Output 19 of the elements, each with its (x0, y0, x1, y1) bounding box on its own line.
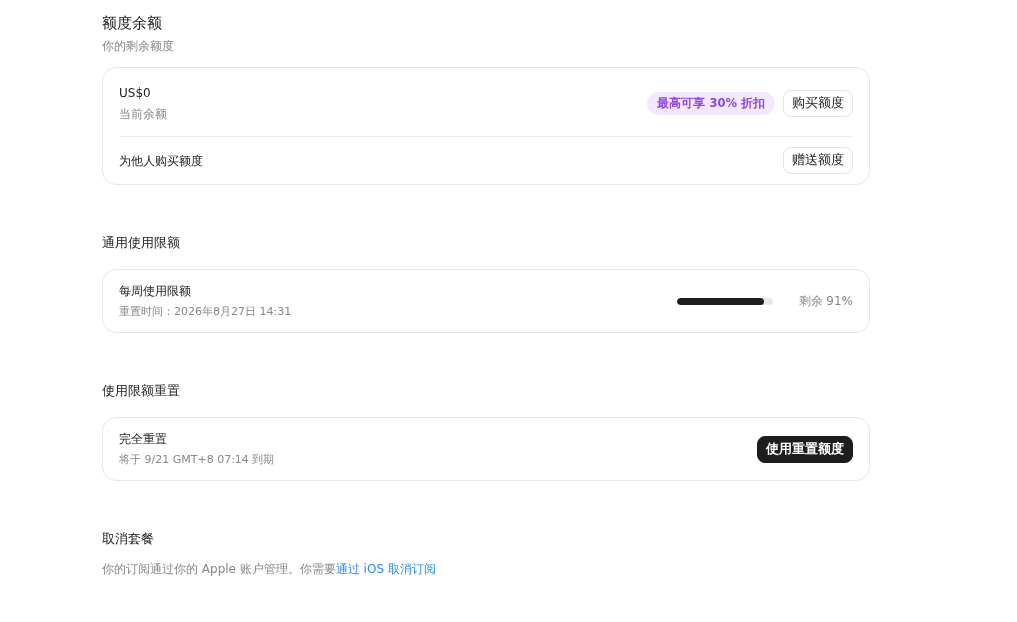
section-title: 使用限额重置 (102, 382, 181, 400)
expiry-text: 将于 9/21 GMT+8 07:14 到期 (119, 452, 275, 468)
section-title: 额度余额 (102, 13, 163, 34)
section-title: 取消套餐 (102, 530, 155, 548)
cancel-note: 你的订阅通过你的 Apple 账户管理。你需要通过 iOS 取消订阅 (102, 561, 437, 578)
limit-name: 每周使用限额 (119, 283, 192, 300)
balance-label: 当前余额 (119, 106, 167, 122)
balance-amount: US$0 (119, 85, 152, 102)
remaining-reading: 剩余 91% (798, 293, 853, 309)
section-subtitle: 你的剩余额度 (102, 38, 175, 55)
gift-credits-button[interactable]: 赠送额度 (783, 147, 853, 174)
discount-badge: 最高可享 30% 折扣 (647, 91, 775, 115)
buy-credits-button[interactable]: 购买额度 (783, 89, 853, 117)
use-reset-button[interactable]: 使用重置额度 (757, 435, 853, 463)
section-title: 通用使用限额 (102, 234, 181, 252)
reset-name: 完全重置 (119, 431, 168, 448)
cancel-ios-link[interactable]: 通过 iOS 取消订阅 (335, 562, 436, 576)
gift-label: 为他人购买额度 (119, 152, 203, 170)
reset-time: 重置时间：2026年8月27日 14:31 (119, 304, 292, 320)
